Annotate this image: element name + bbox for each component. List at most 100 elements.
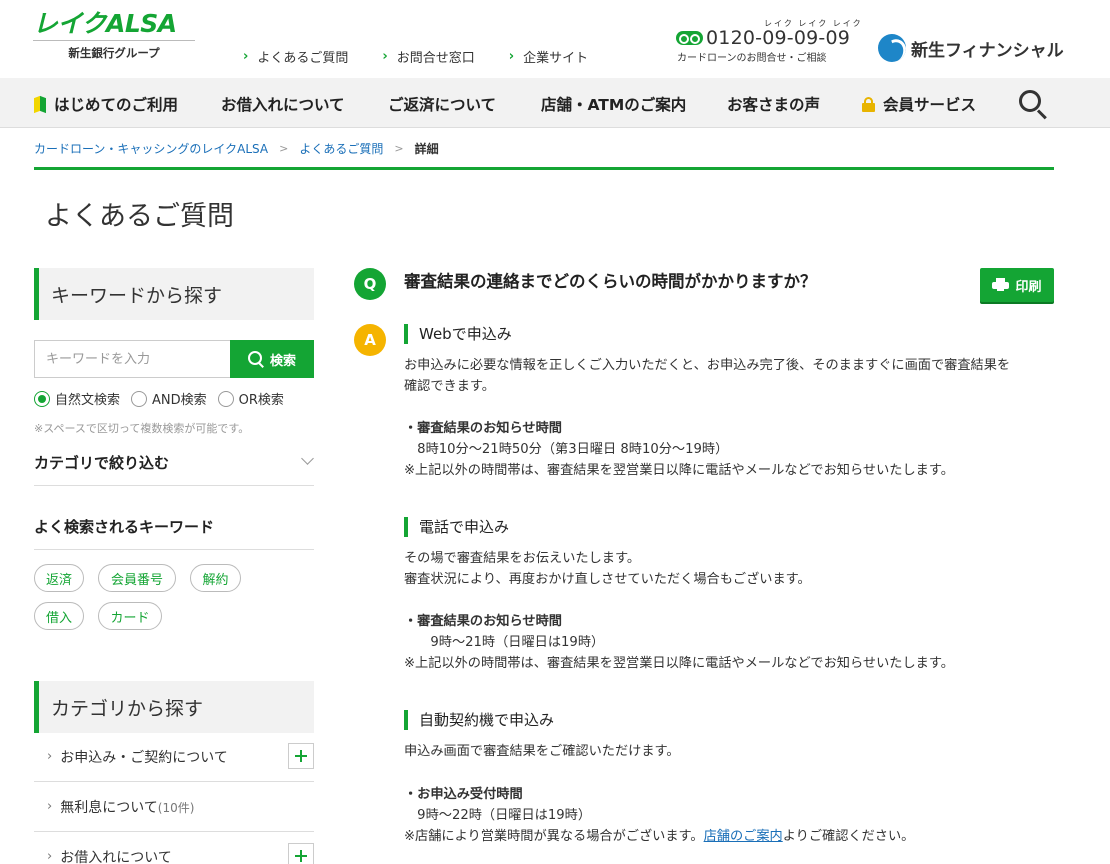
nav-item-label: はじめてのご利用 (54, 96, 179, 114)
nav-item-borrowing[interactable]: お借入れについて (221, 93, 345, 115)
breadcrumb-current: 詳細 (414, 142, 439, 156)
answer-text: 審査状況により、再度おかけ直しさせていただく場合もございます。 (404, 572, 811, 587)
answer-note: ※上記以外の時間帯は、審査結果を翌営業日以降に電話やメールなどでお知らせいたしま… (404, 463, 954, 478)
nav-item-label: 店舗・ATMのご案内 (541, 96, 687, 114)
category-label: お申込み・ご契約について (60, 749, 228, 766)
answer-text: 9時～22時（日曜日は19時） (404, 808, 592, 823)
answer-badge: A (354, 324, 386, 356)
nav-item-label: ご返済について (388, 96, 497, 114)
category-filter-toggle[interactable]: カテゴリで絞り込む (34, 452, 314, 486)
section-divider (34, 167, 1054, 170)
nav-item-label: 会員サービス (883, 96, 977, 114)
chevron-down-icon (301, 452, 314, 465)
breadcrumb-faq[interactable]: よくあるご質問 (299, 140, 383, 157)
free-dial-icon (676, 31, 703, 45)
answer-note: ※上記以外の時間帯は、審査結果を翌営業日以降に電話やメールなどでお知らせいたしま… (404, 656, 954, 671)
category-search-heading: カテゴリから探す (34, 681, 314, 733)
answer-section-heading: 電話で申込み (404, 517, 509, 537)
keyword-tag[interactable]: 解約 (190, 564, 241, 592)
category-item-borrowing[interactable]: › お借入れについて (34, 832, 314, 864)
top-link-corporate[interactable]: › 企業サイト (509, 47, 588, 66)
top-link-label: 企業サイト (523, 51, 589, 66)
top-links: › よくあるご質問 › お問合せ窓口 › 企業サイト (243, 47, 588, 66)
radio-and-search[interactable]: AND検索 (131, 389, 207, 408)
phone-row: 0120-09-09-09 (676, 27, 850, 49)
nav-item-member-service[interactable]: 会員サービス (862, 93, 976, 115)
top-link-label: よくあるご質問 (257, 51, 349, 66)
lake-alsa-logo[interactable]: レイクALSA 新生銀行グループ (33, 10, 195, 61)
keyword-search-input[interactable] (34, 340, 231, 378)
chevron-right-icon: › (47, 849, 53, 864)
radio-label: AND検索 (152, 393, 207, 408)
answer-subheading: ・お申込み受付時間 (404, 787, 523, 802)
radio-checked-icon (34, 390, 50, 407)
radio-label: 自然文検索 (55, 393, 121, 408)
chevron-right-icon: › (47, 749, 53, 764)
nav-item-label: お客さまの声 (727, 96, 821, 114)
answer-subheading: ・審査結果のお知らせ時間 (404, 614, 562, 629)
answer-text: 9時～21時（日曜日は19時） (404, 635, 605, 650)
top-link-label: お問合せ窓口 (396, 51, 475, 66)
page-title: よくあるご質問 (45, 201, 234, 232)
phone-note: カードローンのお問合せ・ご相談 (677, 53, 827, 64)
answer-note: ※店舗により営業時間が異なる場合がございます。店舗のご案内よりご確認ください。 (404, 829, 915, 844)
chevron-right-icon: › (243, 49, 249, 64)
top-link-contact[interactable]: › お問合せ窓口 (382, 47, 474, 66)
nav-item-stores-atm[interactable]: 店舗・ATMのご案内 (541, 93, 686, 115)
radio-or-search[interactable]: OR検索 (217, 389, 284, 408)
keyword-tag[interactable]: 借入 (34, 602, 84, 630)
logo-text: レイクALSA (33, 9, 177, 38)
global-nav: はじめてのご利用 お借入れについて ご返済について 店舗・ATMのご案内 お客さ… (0, 78, 1110, 128)
radio-natural-search[interactable]: 自然文検索 (34, 389, 120, 408)
nav-item-repayment[interactable]: ご返済について (388, 93, 496, 115)
popular-keywords-heading: よく検索されるキーワード (34, 516, 314, 550)
category-item-interest-free[interactable]: › 無利息について(10件) (34, 782, 314, 832)
keyword-tag[interactable]: 返済 (34, 564, 84, 592)
nav-item-label: お借入れについて (221, 96, 345, 114)
search-icon (1019, 90, 1041, 112)
search-mode-radios: 自然文検索 AND検索 OR検索 (34, 389, 284, 408)
print-button-label: 印刷 (1015, 279, 1042, 295)
chevron-right-icon: › (508, 49, 515, 64)
keyword-tag[interactable]: カード (98, 602, 162, 630)
shinsei-financial-logo[interactable]: 新生フィナンシャル (878, 34, 1064, 62)
shinsei-mark-icon (878, 34, 906, 62)
chevron-right-icon: › (382, 49, 388, 64)
answer-section-heading: Webで申込み (404, 324, 512, 344)
answer-text: お申込みに必要な情報を正しくご入力いただくと、お申込み完了後、そのまますぐに画面… (404, 358, 1011, 373)
logo-subtext: 新生銀行グループ (33, 40, 195, 61)
expand-plus-icon[interactable] (288, 743, 314, 769)
top-link-faq[interactable]: › よくあるご質問 (243, 47, 348, 66)
nav-item-first-time[interactable]: はじめてのご利用 (34, 93, 178, 115)
answer-subheading: ・審査結果のお知らせ時間 (404, 421, 562, 436)
answer-text: その場で審査結果をお伝えいたします。 (404, 551, 641, 566)
breadcrumb-home[interactable]: カードローン・キャッシングのレイクALSA (34, 140, 268, 157)
printer-icon (992, 278, 1010, 292)
question-title: 審査結果の連絡までどのくらいの時間がかかりますか？ (404, 272, 817, 291)
search-button-label: 検索 (269, 353, 296, 369)
category-item-application[interactable]: › お申込み・ご契約について (34, 732, 314, 782)
question-badge: Q (354, 268, 386, 300)
category-count: (10件) (157, 800, 195, 815)
answer-section-heading: 自動契約機で申込み (404, 710, 554, 730)
answer-text: 確認できます。 (404, 379, 495, 394)
keyword-tag[interactable]: 会員番号 (98, 564, 176, 592)
breadcrumb-separator-icon: > (279, 142, 289, 155)
nav-item-customer-voice[interactable]: お客さまの声 (727, 93, 820, 115)
answer-text: 申込み画面で審査結果をご確認いただけます。 (404, 744, 680, 759)
phone-number: 0120-09-09-09 (706, 27, 851, 49)
keyword-search-button[interactable]: 検索 (230, 340, 314, 378)
breadcrumb: カードローン・キャッシングのレイクALSA > よくあるご質問 > 詳細 (34, 140, 439, 157)
expand-plus-icon[interactable] (288, 843, 314, 864)
radio-label: OR検索 (238, 393, 284, 408)
site-header: レイクALSA 新生銀行グループ › よくあるご質問 › お問合せ窓口 › 企業… (0, 0, 1110, 78)
category-filter-label: カテゴリで絞り込む (34, 454, 170, 472)
breadcrumb-separator-icon: > (394, 142, 404, 155)
store-guide-link[interactable]: 店舗のご案内 (704, 829, 783, 844)
radio-unchecked-icon (217, 390, 234, 407)
search-icon (247, 351, 264, 367)
print-button[interactable]: 印刷 (980, 268, 1054, 302)
category-label: 無利息について(10件) (60, 799, 195, 816)
chevron-right-icon: › (47, 799, 53, 814)
site-search-button[interactable] (1019, 90, 1049, 120)
